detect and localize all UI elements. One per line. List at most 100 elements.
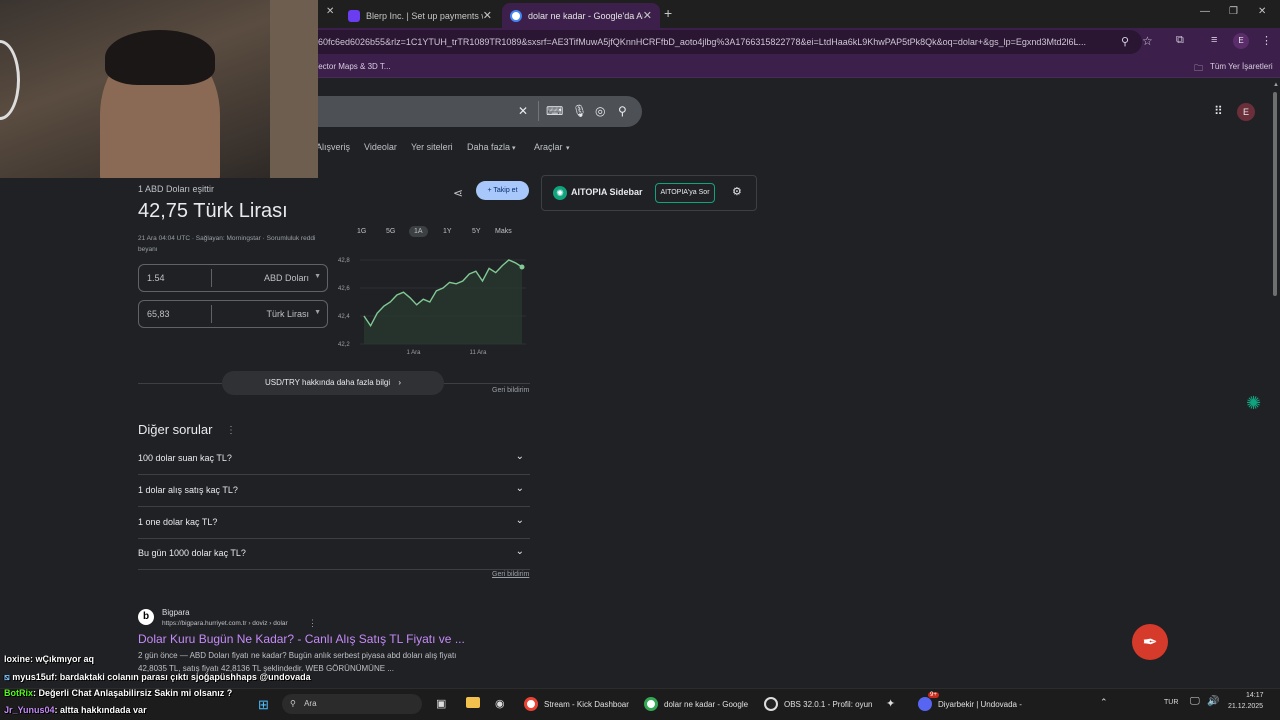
chevron-up-icon[interactable]: ⌃	[1100, 697, 1108, 708]
taskbar-app-label: OBS 32.0.1 - Profil: oyun	[784, 699, 873, 709]
steam-icon[interactable]: ◉	[495, 697, 505, 710]
account-avatar[interactable]: E	[1237, 103, 1255, 121]
streamer-hair	[105, 30, 215, 85]
profile-avatar[interactable]: E	[1233, 33, 1249, 49]
to-amount-field[interactable]: 65,83 Türk Lirası ▼	[138, 300, 328, 328]
result-snippet: 2 gün önce — ABD Doları fiyatı ne kadar?…	[138, 651, 457, 660]
more-options-icon[interactable]: ⋮	[308, 618, 317, 629]
gear-icon[interactable]: ⚙	[732, 185, 742, 198]
range-5y[interactable]: 5Y	[472, 228, 481, 235]
chat-user: myus15uf	[12, 672, 55, 682]
question-text: 1 one dolar kaç TL?	[138, 517, 218, 527]
tab-google-search[interactable]: dolar ne kadar - Google'da Ara ✕	[502, 3, 660, 28]
tab-close-icon[interactable]: ✕	[643, 9, 652, 22]
x-tick-label: 11 Ara	[470, 350, 488, 356]
follow-button[interactable]: + Takip et	[476, 181, 529, 200]
aitopia-title: AITOPIA Sidebar	[571, 187, 643, 197]
search-icon[interactable]: ⚲	[618, 104, 627, 118]
search-input[interactable]	[300, 96, 642, 127]
language-indicator[interactable]: TUR	[1164, 699, 1178, 706]
paa-question[interactable]: 1 dolar alış satış kaç TL? ⌄	[138, 475, 530, 507]
feedback-link[interactable]: Geri bildirim	[492, 571, 529, 578]
chat-message: ⧅ myus15uf: bardaktaki colanın parası çı…	[4, 672, 311, 683]
tab-close-icon[interactable]: ✕	[483, 9, 492, 22]
tab-places[interactable]: Yer siteleri	[411, 142, 453, 152]
zoom-icon[interactable]: ⚲	[1121, 35, 1129, 48]
tab-more[interactable]: Daha fazla	[467, 142, 510, 152]
to-amount-input[interactable]: 65,83	[147, 309, 170, 319]
app-icon[interactable]: ✦	[886, 697, 895, 710]
aitopia-ask-button[interactable]: AITOPIA'ya Sor	[655, 183, 715, 203]
microphone-icon[interactable]: 🎙	[572, 104, 587, 118]
question-text: 1 dolar alış satış kaç TL?	[138, 485, 238, 495]
share-icon[interactable]: ⋖	[453, 186, 463, 200]
menu-icon[interactable]: ⋮	[1261, 34, 1272, 47]
apps-grid-icon[interactable]: ⠿	[1214, 104, 1223, 118]
minimize-icon[interactable]: —	[1200, 6, 1210, 17]
stream-logo: ✒	[1132, 624, 1168, 660]
keyboard-icon[interactable]: ⌨	[546, 104, 563, 118]
clock-date[interactable]: 21.12.2025	[1228, 703, 1263, 710]
y-tick-label: 42,8	[338, 258, 350, 264]
equals-label: 1 ABD Doları eşittir	[138, 184, 215, 194]
network-icon[interactable]: 🖵	[1190, 696, 1200, 707]
from-amount-input[interactable]: 1.54	[147, 273, 165, 283]
range-1d[interactable]: 1G	[357, 228, 366, 235]
webcam-overlay	[0, 0, 318, 178]
range-max[interactable]: Maks	[495, 228, 512, 235]
extensions-icon[interactable]: ⧉	[1176, 34, 1184, 47]
result-title-link[interactable]: Dolar Kuru Bugün Ne Kadar? - Canlı Alış …	[138, 632, 465, 646]
range-1y[interactable]: 1Y	[443, 228, 452, 235]
chat-message: BotRix: Değerli Chat Anlaşabilirsiz Saki…	[4, 688, 232, 698]
tab-blerp[interactable]: Blerp Inc. | Set up payments wit ✕	[340, 3, 500, 28]
bookmark-item[interactable]: /ector Maps & 3D T...	[316, 62, 391, 71]
taskbar-app-obs[interactable]: OBS 32.0.1 - Profil: oyun	[764, 692, 873, 716]
from-amount-field[interactable]: 1.54 ABD Doları ▼	[138, 264, 328, 292]
more-info-button[interactable]: USD/TRY hakkında daha fazla bilgi ›	[222, 371, 444, 395]
address-bar[interactable]: 60fc6ed6026b55&rlz=1C1YTUH_trTR1089TR108…	[300, 30, 1142, 54]
volume-icon[interactable]: 🔊	[1207, 696, 1219, 707]
paa-question[interactable]: 100 dolar suan kaç TL? ⌄	[138, 443, 530, 475]
close-icon[interactable]: ✕	[326, 6, 334, 17]
paa-question[interactable]: 1 one dolar kaç TL? ⌄	[138, 507, 530, 539]
taskbar-app-kick[interactable]: Stream - Kick Dashboar	[524, 692, 629, 716]
window-close-icon[interactable]: ✕	[1258, 6, 1266, 17]
new-tab-icon[interactable]: +	[664, 5, 672, 21]
file-explorer-icon[interactable]	[466, 697, 480, 708]
task-view-icon[interactable]: ▣	[436, 697, 446, 710]
from-currency-select[interactable]: ABD Doları	[264, 273, 309, 283]
lens-icon[interactable]: ◎	[595, 104, 605, 118]
chevron-down-icon: ▾	[512, 145, 516, 152]
tab-videos[interactable]: Videolar	[364, 142, 397, 152]
taskbar-app-chrome[interactable]: dolar ne kadar - Google	[644, 692, 748, 716]
more-info-label: USD/TRY hakkında daha fazla bilgi	[264, 378, 391, 387]
taskbar-search[interactable]: ⚲ Ara	[282, 694, 422, 714]
ring-light	[0, 40, 20, 120]
bookmark-star-icon[interactable]: ☆	[1142, 34, 1153, 48]
site-favicon: b	[138, 609, 154, 625]
feedback-link[interactable]: Geri bildirim	[492, 387, 529, 394]
scrollbar-thumb[interactable]	[1273, 92, 1277, 296]
chat-message: Jr_Yunus04: altta hakkındada var	[4, 705, 147, 715]
to-currency-select[interactable]: Türk Lirası	[266, 309, 309, 319]
chat-badge-icon: ⧅	[4, 672, 13, 682]
windows-start-icon[interactable]: ⊞	[258, 697, 269, 713]
caret-down-icon: ▼	[314, 273, 321, 280]
divider	[211, 269, 212, 287]
chrome-icon	[644, 697, 658, 711]
paa-question[interactable]: Bu gün 1000 dolar kaç TL? ⌄	[138, 538, 530, 570]
clock-time[interactable]: 14:17	[1246, 692, 1264, 699]
all-bookmarks-link[interactable]: Tüm Yer İşaretleri	[1210, 62, 1273, 71]
scroll-up-icon[interactable]: ▲	[1273, 82, 1279, 88]
media-icon[interactable]: ≡	[1211, 34, 1217, 46]
range-1m[interactable]: 1A	[409, 226, 428, 237]
aitopia-floating-icon[interactable]: ✺	[1246, 393, 1261, 414]
range-5d[interactable]: 5G	[386, 228, 395, 235]
clear-icon[interactable]: ✕	[518, 104, 528, 118]
restore-icon[interactable]: ❐	[1229, 6, 1238, 17]
tab-shopping[interactable]: Alışveriş	[316, 142, 350, 152]
caret-down-icon: ▼	[314, 309, 321, 316]
more-options-icon[interactable]: ⋮	[226, 425, 236, 436]
chevron-down-icon: ⌄	[515, 451, 524, 462]
tab-tools[interactable]: Araçlar	[534, 142, 563, 152]
